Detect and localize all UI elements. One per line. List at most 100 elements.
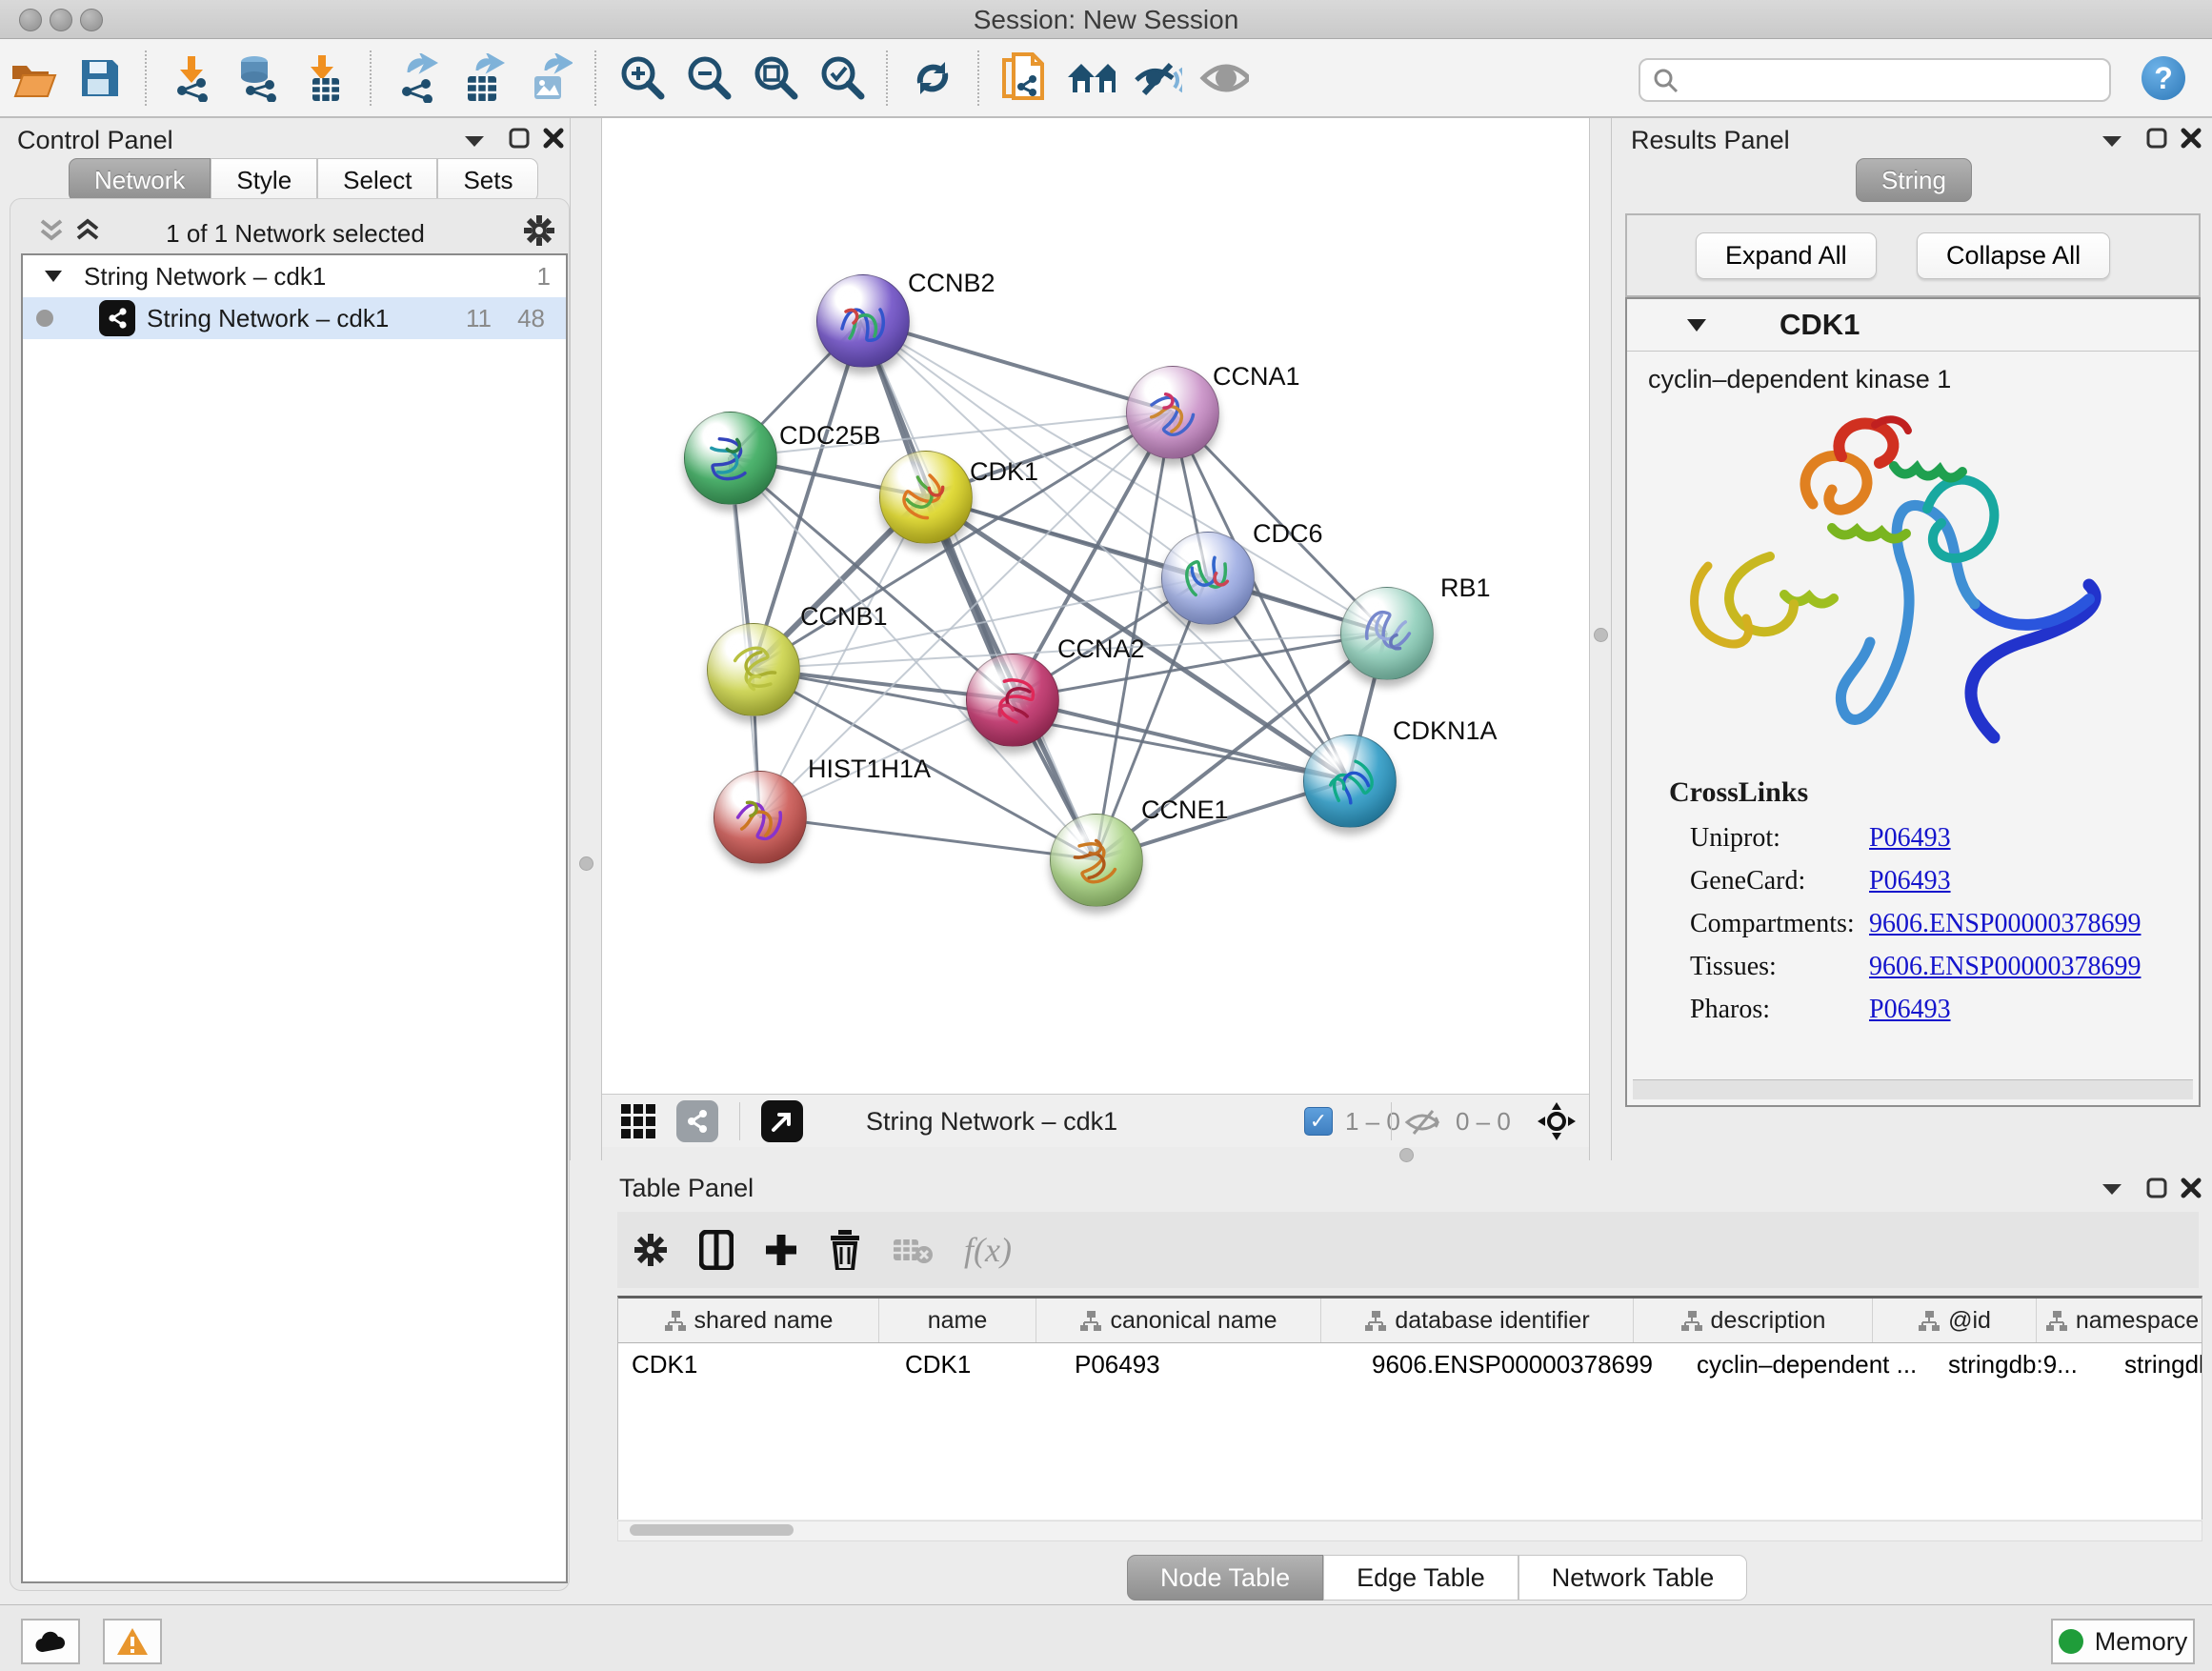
column-header-@id[interactable]: @id	[1873, 1299, 2037, 1342]
tab-edge-table[interactable]: Edge Table	[1323, 1555, 1518, 1601]
gene-card-header[interactable]: CDK1	[1627, 299, 2199, 352]
bottom-splitter-handle[interactable]	[1399, 1148, 1414, 1162]
network-row-selected[interactable]: String Network – cdk1 11 48	[23, 297, 566, 339]
network-canvas[interactable]: CCNB2CCNA1CDC25BCDK1CDC6RB1CCNB1CCNA2CDK…	[602, 118, 1589, 1094]
import-table-button[interactable]	[300, 53, 350, 103]
search-input[interactable]	[1684, 66, 2098, 95]
refresh-view-button[interactable]	[908, 53, 957, 103]
float-panel-icon[interactable]	[509, 128, 530, 149]
close-panel-icon[interactable]	[543, 128, 564, 149]
tab-network[interactable]: Network	[69, 158, 211, 202]
network-node-CCNB2[interactable]	[816, 274, 910, 368]
left-splitter[interactable]	[570, 118, 602, 1160]
table-cell[interactable]: stringdb	[2111, 1343, 2202, 1385]
table-horizontal-scrollbar[interactable]	[617, 1520, 2202, 1541]
collapse-all-button[interactable]: Collapse All	[1917, 232, 2110, 279]
bottom-splitter[interactable]	[602, 1147, 1589, 1160]
table-cell[interactable]: 9606.ENSP00000378699	[1358, 1343, 1683, 1385]
network-edge[interactable]	[1012, 699, 1349, 780]
right-splitter-handle[interactable]	[1594, 628, 1608, 642]
column-header-name[interactable]: name	[879, 1299, 1036, 1342]
network-node-CDC6[interactable]	[1161, 532, 1255, 625]
selected-nodes-checkbox[interactable]: ✓	[1304, 1107, 1333, 1136]
gene-expander-icon[interactable]	[1686, 318, 1707, 332]
network-node-CDKN1A[interactable]	[1303, 735, 1397, 828]
collapse-all-tree-icon[interactable]	[74, 217, 103, 244]
import-network-file-button[interactable]	[167, 53, 216, 103]
network-node-CDC25B[interactable]	[684, 412, 777, 505]
cloud-status-button[interactable]	[21, 1619, 80, 1664]
zoom-in-button[interactable]	[616, 53, 666, 103]
show-columns-icon[interactable]	[699, 1230, 734, 1270]
function-builder-button[interactable]: f(x)	[964, 1230, 1012, 1270]
zoom-out-button[interactable]	[683, 53, 733, 103]
close-panel-icon[interactable]	[2181, 1178, 2202, 1198]
close-panel-icon[interactable]	[2181, 128, 2202, 149]
crosslink-link[interactable]: P06493	[1869, 823, 1951, 854]
network-node-RB1[interactable]	[1340, 587, 1434, 680]
grid-view-icon[interactable]	[619, 1102, 657, 1140]
expand-all-tree-icon[interactable]	[38, 217, 67, 244]
import-network-database-button[interactable]	[233, 53, 283, 103]
table-cell[interactable]: cyclin–dependent ...	[1683, 1343, 1935, 1385]
network-node-CDK1[interactable]	[879, 451, 973, 544]
float-panel-icon[interactable]	[2146, 1178, 2167, 1198]
column-header-canonical-name[interactable]: canonical name	[1036, 1299, 1321, 1342]
birds-eye-icon[interactable]	[761, 1100, 803, 1142]
table-cell[interactable]: stringdb:9...	[1935, 1343, 2111, 1385]
warning-status-button[interactable]	[103, 1619, 162, 1664]
tab-select[interactable]: Select	[317, 158, 437, 202]
save-session-button[interactable]	[75, 53, 125, 103]
zoom-selected-button[interactable]	[816, 53, 866, 103]
expand-all-button[interactable]: Expand All	[1696, 232, 1877, 279]
add-column-icon[interactable]	[764, 1233, 798, 1267]
delete-column-icon[interactable]	[829, 1230, 861, 1270]
home-button[interactable]	[1066, 53, 1116, 103]
table-cell[interactable]: CDK1	[618, 1343, 892, 1385]
column-header-description[interactable]: description	[1634, 1299, 1873, 1342]
node-table[interactable]: shared namenamecanonical namedatabase id…	[617, 1296, 2202, 1520]
export-network-button[interactable]	[392, 53, 441, 103]
crosslink-link[interactable]: P06493	[1869, 866, 1951, 896]
table-cell[interactable]: CDK1	[892, 1343, 1061, 1385]
tab-string[interactable]: String	[1856, 158, 1972, 202]
network-collection-row[interactable]: String Network – cdk1 1	[23, 255, 566, 297]
column-header-namespace[interactable]: namespace	[2037, 1299, 2202, 1342]
memory-button[interactable]: Memory	[2051, 1619, 2195, 1664]
tab-node-table[interactable]: Node Table	[1127, 1555, 1323, 1601]
fit-selected-crosshair-icon[interactable]	[1538, 1102, 1576, 1140]
graphics-details-button[interactable]	[1133, 53, 1182, 103]
left-splitter-handle[interactable]	[579, 856, 593, 871]
crosslink-link[interactable]: 9606.ENSP00000378699	[1869, 952, 2141, 982]
zoom-fit-button[interactable]	[750, 53, 799, 103]
network-node-CCNB1[interactable]	[707, 623, 800, 716]
collapse-panel-icon[interactable]	[2101, 1181, 2123, 1197]
open-session-button[interactable]	[9, 53, 58, 103]
network-edge[interactable]	[862, 320, 1172, 412]
export-table-button[interactable]	[458, 53, 508, 103]
export-image-button[interactable]	[525, 53, 574, 103]
column-header-database-identifier[interactable]: database identifier	[1321, 1299, 1634, 1342]
network-node-CCNE1[interactable]	[1050, 814, 1143, 907]
table-cell[interactable]: P06493	[1061, 1343, 1358, 1385]
column-header-shared-name[interactable]: shared name	[618, 1299, 879, 1342]
network-node-HIST1H1A[interactable]	[714, 771, 807, 864]
scrollbar-thumb[interactable]	[630, 1524, 794, 1536]
network-node-CCNA2[interactable]	[966, 654, 1059, 747]
float-panel-icon[interactable]	[2146, 128, 2167, 149]
tab-network-table[interactable]: Network Table	[1518, 1555, 1748, 1601]
network-options-gear-icon[interactable]	[522, 213, 556, 248]
network-node-CCNA1[interactable]	[1126, 366, 1219, 459]
crosslink-link[interactable]: 9606.ENSP00000378699	[1869, 909, 2141, 939]
tree-expander-icon[interactable]	[44, 270, 63, 283]
network-edge[interactable]	[759, 816, 1096, 859]
network-share-icon[interactable]	[676, 1100, 718, 1142]
tab-sets[interactable]: Sets	[437, 158, 538, 202]
collapse-panel-icon[interactable]	[463, 133, 486, 149]
string-document-button[interactable]	[999, 53, 1049, 103]
table-row[interactable]: CDK1CDK1P064939606.ENSP00000378699cyclin…	[618, 1343, 2202, 1385]
collapse-panel-icon[interactable]	[2101, 133, 2123, 149]
tab-style[interactable]: Style	[211, 158, 317, 202]
table-settings-gear-icon[interactable]	[633, 1232, 669, 1268]
crosslink-link[interactable]: P06493	[1869, 995, 1951, 1025]
